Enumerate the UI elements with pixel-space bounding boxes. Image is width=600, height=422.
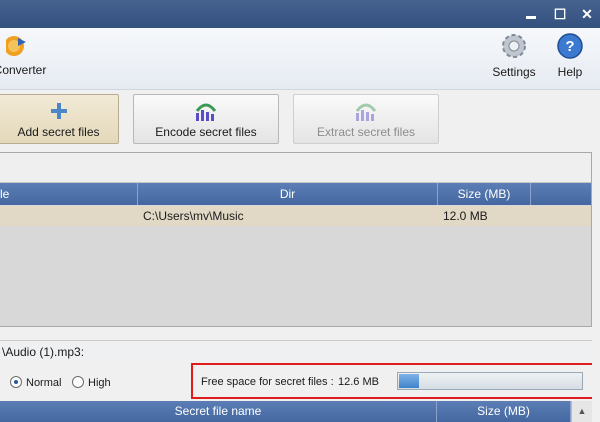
encode-icon xyxy=(134,101,278,125)
column-header-size[interactable]: Size (MB) xyxy=(438,183,531,205)
table-row[interactable]: C:\Users\mv\Music 12.0 MB xyxy=(0,206,591,226)
progress-fill xyxy=(399,374,419,388)
minimize-button[interactable]: ▬ xyxy=(520,4,542,24)
converter-button[interactable]: Converter xyxy=(0,32,50,77)
toolbar: Add secret files Encode secret files Ext… xyxy=(0,90,600,152)
gear-icon xyxy=(502,34,526,58)
chevron-up-icon: ▲ xyxy=(577,406,587,416)
quality-high-radio[interactable]: High xyxy=(72,376,111,389)
right-margin xyxy=(592,152,600,422)
radio-unselected-icon xyxy=(72,376,84,388)
help-label: Help xyxy=(557,65,583,79)
high-label: High xyxy=(88,377,111,389)
maximize-icon: ☐ xyxy=(553,6,567,22)
row-size: 12.0 MB xyxy=(443,209,488,223)
close-button[interactable]: ✕ xyxy=(576,4,598,24)
extract-secret-files-button[interactable]: Extract secret files xyxy=(293,94,439,144)
column-header-secret-file-name[interactable]: Secret file name xyxy=(0,401,437,422)
extract-secret-files-label: Extract secret files xyxy=(316,125,416,139)
quality-normal-radio[interactable]: Normal xyxy=(10,376,61,389)
maximize-button[interactable]: ☐ xyxy=(549,4,571,24)
converter-label: Converter xyxy=(0,63,47,77)
selected-file-line: \Audio (1).mp3: xyxy=(0,340,592,362)
carrier-files-panel: le Dir Size (MB) C:\Users\mv\Music 12.0 … xyxy=(0,152,592,327)
secret-files-grid-header: Secret file name Size (MB) xyxy=(0,401,592,422)
converter-icon xyxy=(4,36,26,56)
help-icon: ? xyxy=(557,33,583,59)
free-space-value: 12.6 MB xyxy=(338,376,379,388)
add-secret-files-label: Add secret files xyxy=(17,125,100,139)
free-space-label: Free space for secret files : xyxy=(201,376,334,388)
radio-selected-icon xyxy=(10,376,22,388)
encode-secret-files-button[interactable]: Encode secret files xyxy=(133,94,279,144)
panel-strip xyxy=(0,153,591,183)
column-header-dir[interactable]: Dir xyxy=(138,183,438,205)
carrier-grid-header: le Dir Size (MB) xyxy=(0,183,591,205)
minimize-icon: ▬ xyxy=(526,11,536,22)
ribbon: Converter Settings ? Help xyxy=(0,28,600,90)
close-icon: ✕ xyxy=(581,6,593,22)
settings-button[interactable]: Settings xyxy=(488,32,540,79)
help-button[interactable]: ? Help xyxy=(552,32,588,79)
row-dir: C:\Users\mv\Music xyxy=(143,209,244,223)
normal-label: Normal xyxy=(26,377,62,389)
encode-secret-files-label: Encode secret files xyxy=(155,125,257,139)
add-icon xyxy=(0,101,118,125)
add-secret-files-button[interactable]: Add secret files xyxy=(0,94,119,144)
column-header-secret-size[interactable]: Size (MB) xyxy=(437,401,571,422)
column-header-file[interactable]: le xyxy=(0,183,138,205)
scroll-up-button[interactable]: ▲ xyxy=(571,401,592,422)
svg-text:?: ? xyxy=(565,38,574,55)
extract-icon xyxy=(294,101,438,125)
title-bar: ▬ ☐ ✕ xyxy=(0,0,600,28)
selected-file-path: \Audio (1).mp3: xyxy=(2,345,85,359)
settings-label: Settings xyxy=(492,65,536,79)
free-space-progress-bar xyxy=(397,372,583,390)
